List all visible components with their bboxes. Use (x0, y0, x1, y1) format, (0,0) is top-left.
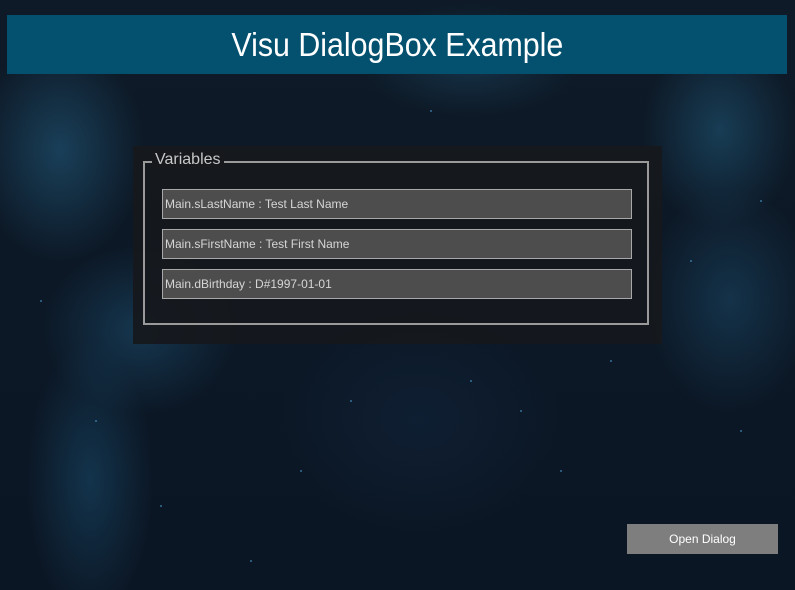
variables-panel: Variables Main.sLastName : Test Last Nam… (133, 146, 662, 344)
open-dialog-button[interactable]: Open Dialog (627, 524, 778, 554)
first-name-field: Main.sFirstName : Test First Name (162, 229, 632, 259)
last-name-field: Main.sLastName : Test Last Name (162, 189, 632, 219)
visu-background: { "header": { "title": "Visu DialogBox E… (0, 0, 795, 590)
header-bar: Visu DialogBox Example (7, 15, 787, 74)
birthday-field: Main.dBirthday : D#1997-01-01 (162, 269, 632, 299)
variables-group-legend: Variables (152, 151, 224, 169)
page-title: Visu DialogBox Example (231, 25, 563, 63)
